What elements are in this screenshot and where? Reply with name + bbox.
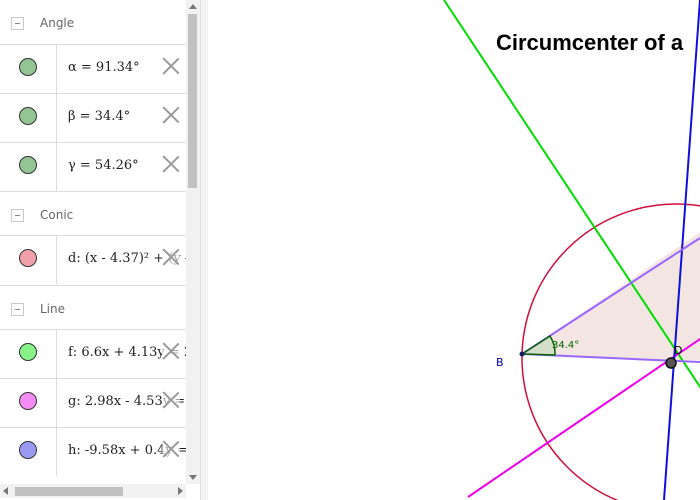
marble-cell [0, 236, 57, 284]
scroll-up-icon[interactable] [189, 4, 197, 9]
algebra-panel: Angle α = 91.34° β = 34.4° γ = 54.26° Co… [0, 0, 200, 500]
marble-cell [0, 143, 57, 191]
visibility-toggle-icon[interactable] [19, 58, 37, 76]
scroll-down-icon[interactable] [189, 475, 197, 480]
geometry-canvas[interactable]: B D 34.4° [208, 0, 700, 500]
point-b-label: B [496, 356, 504, 369]
algebra-item-line-g[interactable]: g: 2.98x - 4.53y = 2 [0, 378, 186, 427]
visibility-toggle-icon[interactable] [19, 441, 37, 459]
delete-icon[interactable] [162, 391, 180, 409]
visibility-toggle-icon[interactable] [19, 107, 37, 125]
delete-icon[interactable] [162, 440, 180, 458]
group-label-line: Line [40, 302, 66, 316]
group-header-conic[interactable]: Conic [0, 191, 186, 235]
marble-cell [0, 428, 57, 476]
marble-cell [0, 379, 57, 427]
point-b[interactable] [519, 351, 525, 357]
visibility-toggle-icon[interactable] [19, 392, 37, 410]
algebra-item-line-f[interactable]: f: 6.6x + 4.13y = 2 [0, 329, 186, 378]
group-label-conic: Conic [40, 208, 74, 222]
vertical-scrollbar[interactable] [186, 0, 200, 484]
horizontal-scrollbar[interactable] [0, 484, 186, 498]
vertical-scroll-thumb[interactable] [188, 14, 197, 188]
visibility-toggle-icon[interactable] [19, 343, 37, 361]
point-d[interactable] [665, 357, 677, 369]
group-header-angle[interactable]: Angle [0, 0, 186, 44]
delete-icon[interactable] [162, 342, 180, 360]
page-title: Circumcenter of a [496, 30, 684, 55]
angle-beta-arc[interactable] [519, 334, 556, 356]
point-d-label: D [674, 344, 682, 357]
collapse-icon[interactable] [11, 303, 24, 316]
collapse-icon[interactable] [11, 17, 24, 30]
marble-cell [0, 45, 57, 93]
algebra-item-alpha[interactable]: α = 91.34° [0, 44, 186, 93]
visibility-toggle-icon[interactable] [19, 249, 37, 267]
group-header-line[interactable]: Line [0, 285, 186, 329]
panel-divider[interactable] [200, 0, 208, 500]
delete-icon[interactable] [162, 57, 180, 75]
algebra-item-gamma[interactable]: γ = 54.26° [0, 142, 186, 191]
scroll-left-icon[interactable] [3, 487, 8, 495]
collapse-icon[interactable] [11, 209, 24, 222]
delete-icon[interactable] [162, 155, 180, 173]
marble-cell [0, 94, 57, 142]
visibility-toggle-icon[interactable] [19, 156, 37, 174]
group-label-angle: Angle [40, 16, 75, 30]
algebra-item-line-h[interactable]: h: -9.58x + 0.4y = - [0, 427, 186, 476]
delete-icon[interactable] [162, 106, 180, 124]
horizontal-scroll-thumb[interactable] [15, 487, 123, 496]
graphics-view[interactable]: B D 34.4° Circumcenter of a [208, 0, 700, 500]
scroll-right-icon[interactable] [178, 487, 183, 495]
algebra-item-conic-d[interactable]: d: (x - 4.37)² + (y - [0, 235, 186, 284]
delete-icon[interactable] [162, 248, 180, 266]
algebra-item-beta[interactable]: β = 34.4° [0, 93, 186, 142]
marble-cell [0, 330, 57, 378]
angle-beta-label: 34.4° [552, 340, 579, 351]
